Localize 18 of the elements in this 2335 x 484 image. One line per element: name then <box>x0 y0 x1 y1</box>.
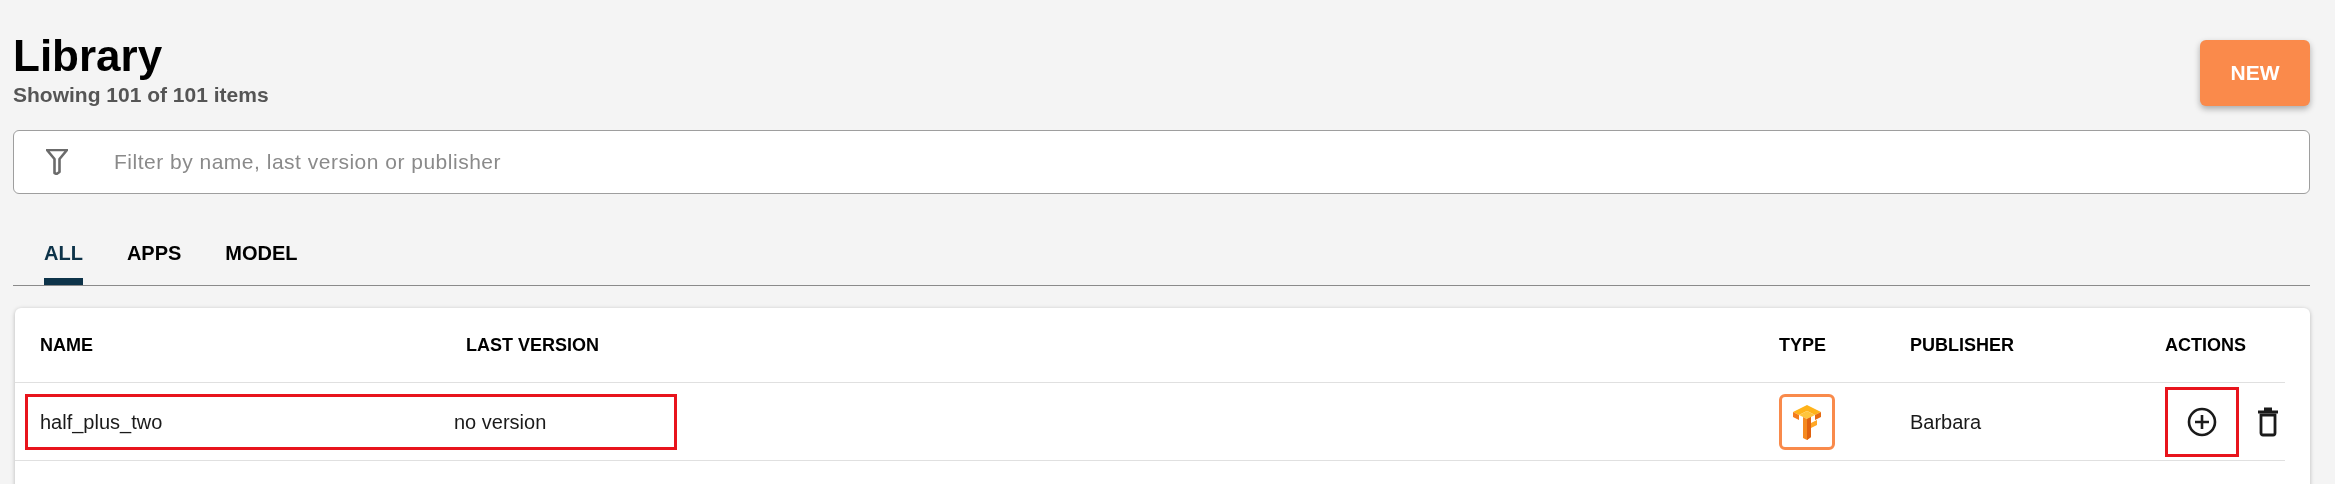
filter-field[interactable]: Filter by name, last version or publisher <box>13 130 2310 194</box>
page-title: Library <box>13 30 164 82</box>
table-cell-text: no version <box>454 409 547 435</box>
cube-logo-icon <box>1779 393 1835 450</box>
add-icon[interactable] <box>2165 386 2239 457</box>
table-cell-text: half_plus_two <box>39 409 164 436</box>
filter-icon <box>46 149 68 175</box>
column-header: ACTIONS <box>2165 333 2247 357</box>
column-header: LAST VERSION <box>466 333 599 357</box>
column-header: NAME <box>40 333 94 357</box>
tab[interactable]: APPS <box>126 238 182 285</box>
tab[interactable]: MODEL <box>225 238 298 285</box>
table-cell-text: Barbara <box>1909 409 1983 435</box>
item-count: Showing 101 of 101 items <box>13 82 269 108</box>
column-header: PUBLISHER <box>1909 333 2015 357</box>
trash-icon[interactable] <box>2257 406 2279 437</box>
column-header: TYPE <box>1778 333 1827 357</box>
tab[interactable]: ALL <box>44 238 83 285</box>
